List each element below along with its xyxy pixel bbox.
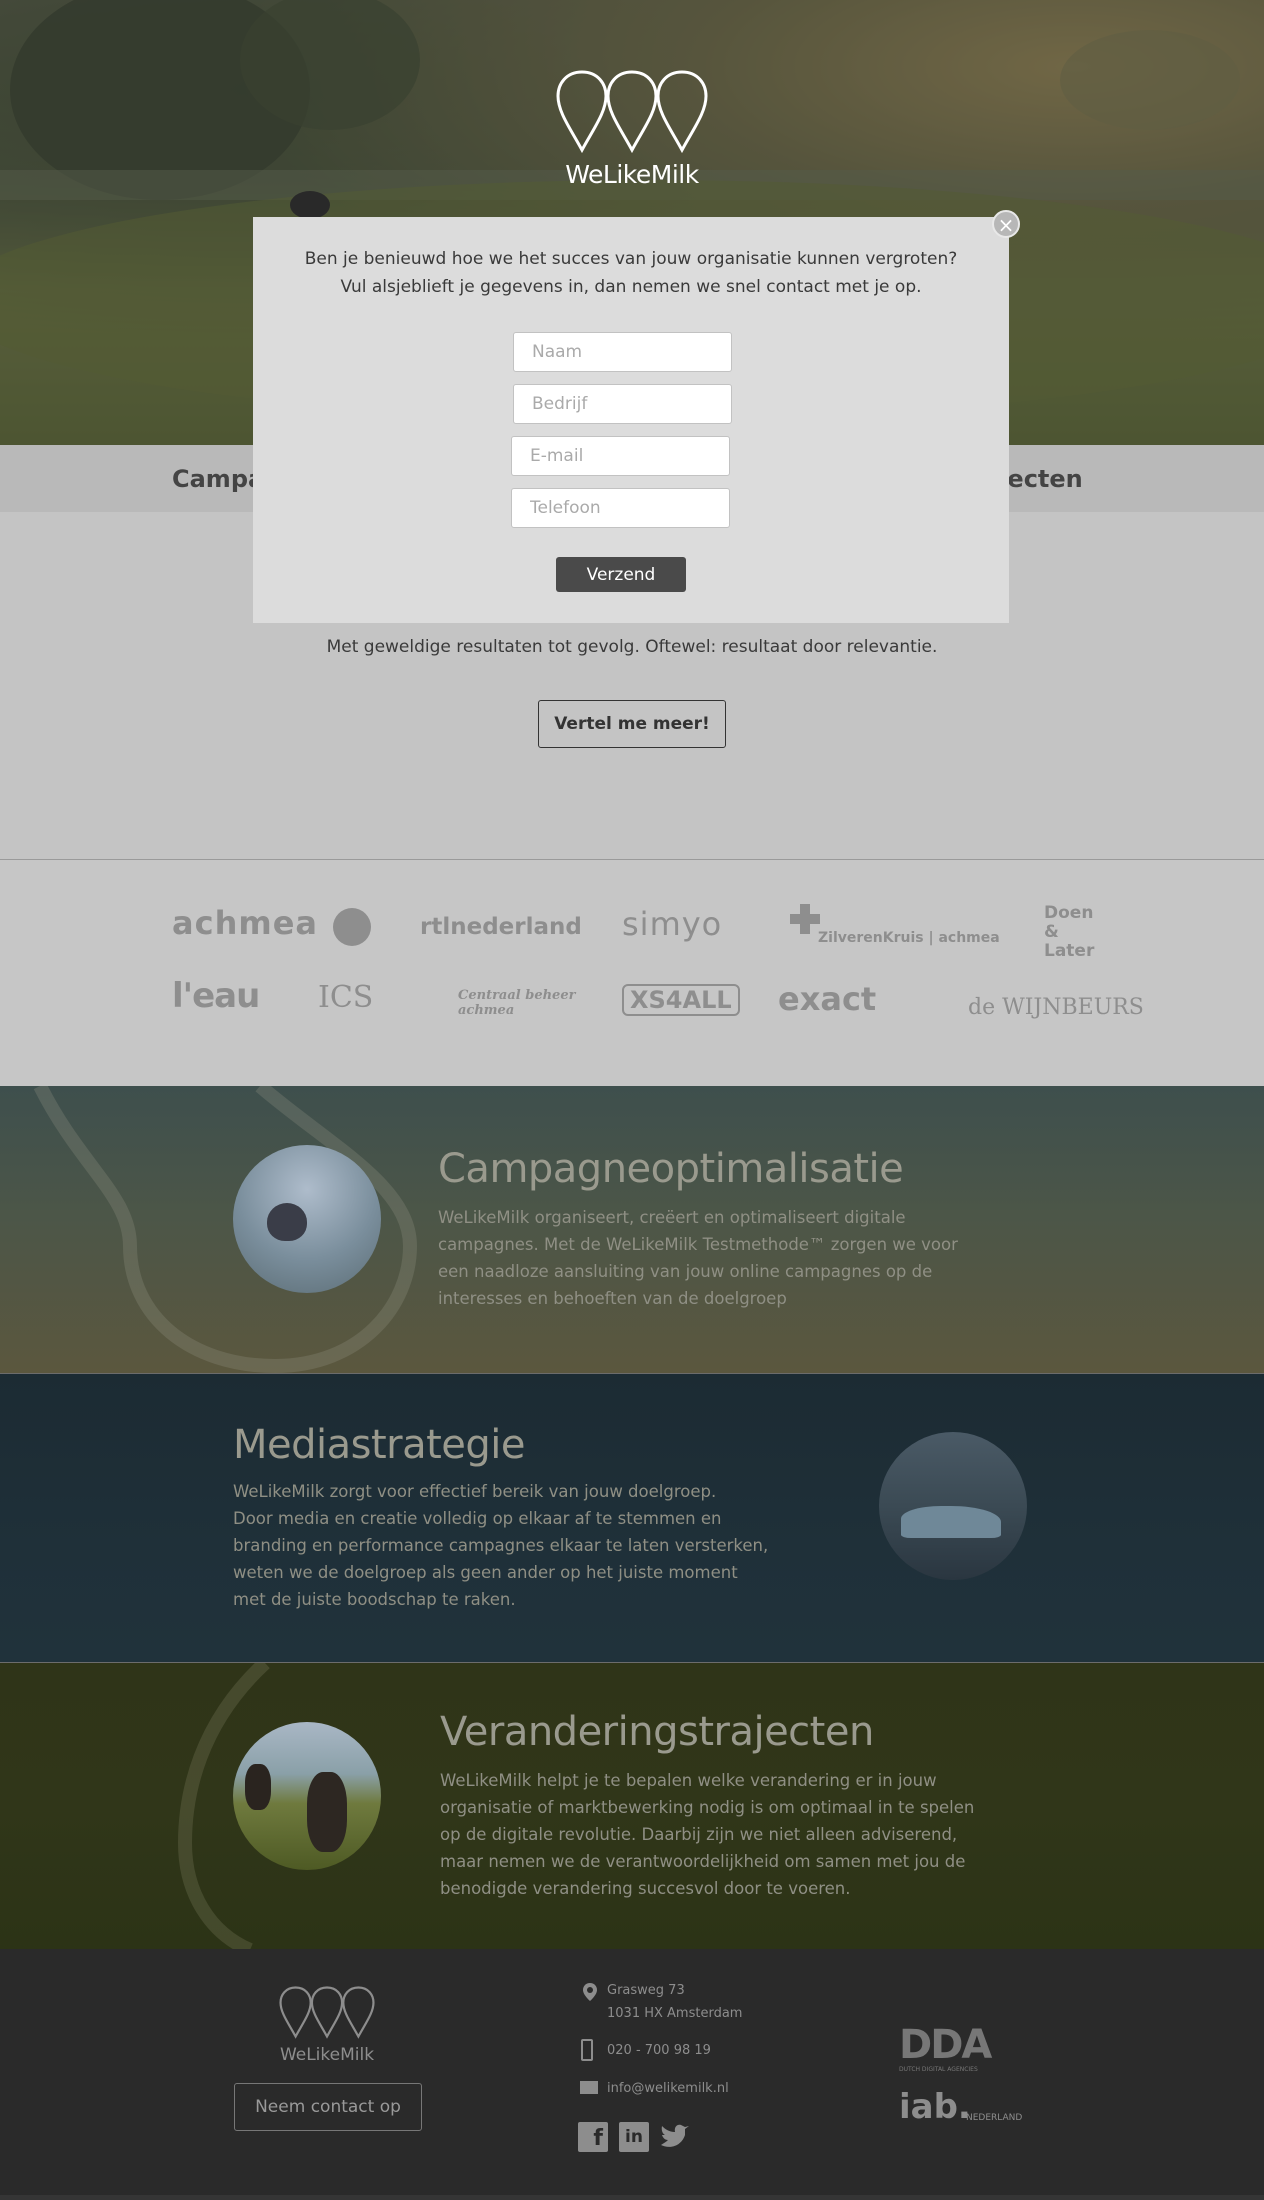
balloon-image — [233, 1145, 381, 1293]
address-line1: Grasweg 73 — [607, 1983, 685, 1998]
phone-number[interactable]: 020 - 700 98 19 — [607, 2039, 711, 2062]
intro-text: Met geweldige resultaten tot gevolg. Oft… — [326, 637, 938, 657]
car-icon — [901, 1506, 1001, 1538]
welikemilk-logo-icon — [556, 70, 708, 154]
client-logos: achmea rtlnederland simyo ZilverenKruis … — [0, 860, 1264, 1086]
company-input[interactable] — [513, 384, 732, 424]
description-line: op de digitale revolutie. Daarbij zijn w… — [440, 1825, 958, 1844]
service-description: WeLikeMilk organiseert, creëert en optim… — [438, 1204, 958, 1312]
achmea-mark-icon — [333, 908, 371, 946]
description-line: WeLikeMilk helpt je te bepalen welke ver… — [440, 1771, 937, 1790]
description-line: benodigde verandering succesvol door te … — [440, 1879, 851, 1898]
service-title: Veranderingstrajecten — [440, 1709, 874, 1755]
linkedin-icon[interactable]: in — [619, 2122, 649, 2152]
description-line: met de juiste boodschap te raken. — [233, 1590, 516, 1609]
description-line: WeLikeMilk zorgt voor effectief bereik v… — [233, 1482, 717, 1501]
description-line: weten we de doelgroep als geen ander op … — [233, 1563, 738, 1582]
tell-me-more-button[interactable]: Vertel me meer! — [538, 700, 726, 748]
logo-simyo: simyo — [622, 905, 723, 943]
logo-centraal-beheer: Centraal beheer achmea — [458, 988, 576, 1018]
logo-exact: exact — [778, 980, 877, 1018]
facebook-icon[interactable]: f — [578, 2122, 608, 2152]
address: Grasweg 73 1031 HX Amsterdam — [607, 1979, 742, 2025]
email-link[interactable]: info@welikemilk.nl — [607, 2077, 729, 2100]
location-pin-icon — [583, 1983, 597, 2001]
logo-rtlnederland: rtlnederland — [420, 914, 582, 940]
modal-question: Ben je benieuwd hoe we het succes van jo… — [304, 249, 958, 269]
description-line: maar nemen we de verantwoordelijkheid om… — [440, 1852, 966, 1871]
description-line: branding en performance campagnes elkaar… — [233, 1536, 769, 1555]
service-description: WeLikeMilk zorgt voor effectief bereik v… — [233, 1478, 768, 1613]
description-line: campagnes. Met de WeLikeMilk Testmethode… — [438, 1235, 958, 1254]
email-input[interactable] — [511, 436, 730, 476]
logo-leau: l'eau — [172, 976, 260, 1016]
description-line: een naadloze aansluiting van jouw online… — [438, 1262, 933, 1281]
close-icon[interactable]: × — [992, 210, 1020, 238]
service-title: Mediastrategie — [233, 1422, 526, 1468]
name-input[interactable] — [513, 332, 732, 372]
site-footer: WeLikeMilk Neem contact op Grasweg 73 10… — [0, 1949, 1264, 2200]
contact-modal: Ben je benieuwd hoe we het succes van jo… — [253, 217, 1009, 623]
service-title: Campagneoptimalisatie — [438, 1146, 904, 1192]
iab-subtitle: NEDERLAND — [966, 2113, 1023, 2123]
brand-name: WeLikeMilk — [565, 160, 699, 189]
welikemilk-logo-icon — [279, 1986, 375, 2039]
phone-input[interactable] — [511, 488, 730, 528]
iab-logo: iab. — [899, 2087, 971, 2127]
cow-icon — [307, 1772, 347, 1852]
service-veranderingstrajecten: Veranderingstrajecten WeLikeMilk helpt j… — [0, 1662, 1264, 1949]
logo-doen-later: Doen & Later — [1044, 903, 1095, 961]
hero-logo[interactable]: WeLikeMilk — [556, 68, 708, 189]
cows-image — [233, 1722, 381, 1870]
cross-icon — [790, 904, 820, 934]
contact-button[interactable]: Neem contact op — [234, 2083, 422, 2131]
footer-bottom-bar — [0, 2195, 1264, 2200]
logo-ics: ICS — [318, 980, 374, 1015]
send-button[interactable]: Verzend — [556, 557, 686, 592]
nav-item-campagneoptimalisatie[interactable]: Campa — [172, 465, 264, 493]
phone-icon — [581, 2039, 593, 2061]
cow-icon — [245, 1764, 271, 1810]
description-line: WeLikeMilk organiseert, creëert en optim… — [438, 1208, 906, 1227]
twitter-icon[interactable] — [659, 2123, 691, 2151]
logo-xs4all: XS4ALL — [622, 984, 740, 1016]
service-mediastrategie: Mediastrategie WeLikeMilk zorgt voor eff… — [0, 1373, 1264, 1662]
footer-logo[interactable]: WeLikeMilk — [279, 1985, 375, 2065]
balloon-icon — [267, 1203, 307, 1241]
description-line: interesses en behoeften van de doelgroep — [438, 1289, 787, 1308]
car-image — [879, 1432, 1027, 1580]
description-line: organisatie of marktbewerking nodig is o… — [440, 1798, 975, 1817]
logo-zilverenkruis: ZilverenKruis | achmea — [818, 930, 1000, 946]
address-line2: 1031 HX Amsterdam — [607, 2006, 743, 2021]
modal-instruction: Vul alsjeblieft je gegevens in, dan neme… — [340, 277, 922, 297]
service-campagneoptimalisatie: Campagneoptimalisatie WeLikeMilk organis… — [0, 1086, 1264, 1373]
logo-wijnbeurs: de WIJNBEURS — [968, 995, 1144, 1020]
service-description: WeLikeMilk helpt je te bepalen welke ver… — [440, 1767, 974, 1902]
description-line: Door media en creatie volledig op elkaar… — [233, 1509, 722, 1528]
footer-brand-name: WeLikeMilk — [279, 2045, 375, 2065]
logo-achmea: achmea — [172, 904, 318, 942]
mail-icon — [580, 2081, 598, 2094]
dda-logo: DDA — [899, 2022, 992, 2068]
dda-subtitle: DUTCH DIGITAL AGENCIES — [899, 2066, 978, 2073]
